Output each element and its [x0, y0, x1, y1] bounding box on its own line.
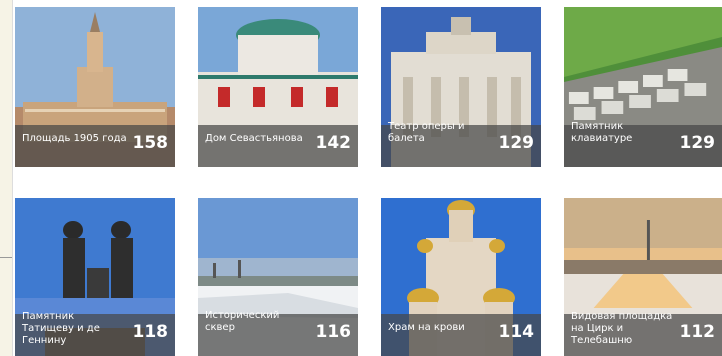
place-tile-istoricheskiy-skver[interactable]: Исторический сквер 116: [198, 198, 358, 356]
tile-label: Храм на крови: [388, 322, 465, 333]
tile-count: 129: [679, 133, 716, 153]
tile-count: 114: [498, 322, 535, 342]
tile-count: 118: [132, 322, 169, 342]
tile-label: Дом Севастьянова: [205, 133, 303, 144]
place-tile-ploshchad[interactable]: Площадь 1905 года 158: [15, 7, 175, 167]
tile-label: Театр оперы и балета: [388, 121, 465, 144]
tile-count: 112: [679, 322, 716, 342]
tile-label: Памятник Татищеву и де Геннину: [22, 311, 100, 346]
tile-count: 116: [315, 322, 352, 342]
place-tile-teatr-opery[interactable]: Театр оперы и балета 129: [381, 7, 541, 167]
place-tile-tatishchev[interactable]: Памятник Татищеву и де Геннину 118: [15, 198, 175, 356]
tile-count: 129: [498, 133, 535, 153]
place-tile-khram-na-krovi[interactable]: Храм на крови 114: [381, 198, 541, 356]
left-sidebar-edge: [0, 0, 13, 356]
tile-count: 158: [132, 133, 169, 153]
place-tile-dom-sevastyanova[interactable]: Дом Севастьянова 142: [198, 7, 358, 167]
tile-label: Исторический сквер: [205, 310, 280, 333]
tile-label: Памятник клавиатуре: [571, 121, 633, 144]
place-tile-klaviatura[interactable]: Памятник клавиатуре 129: [564, 7, 722, 167]
tile-label: Площадь 1905 года: [22, 133, 127, 144]
tile-count: 142: [315, 133, 352, 153]
place-tile-vidovaya-ploshchadka[interactable]: Видовая площадка на Цирк и Телебашню 112: [564, 198, 722, 356]
tile-label: Видовая площадка на Цирк и Телебашню: [571, 311, 673, 346]
